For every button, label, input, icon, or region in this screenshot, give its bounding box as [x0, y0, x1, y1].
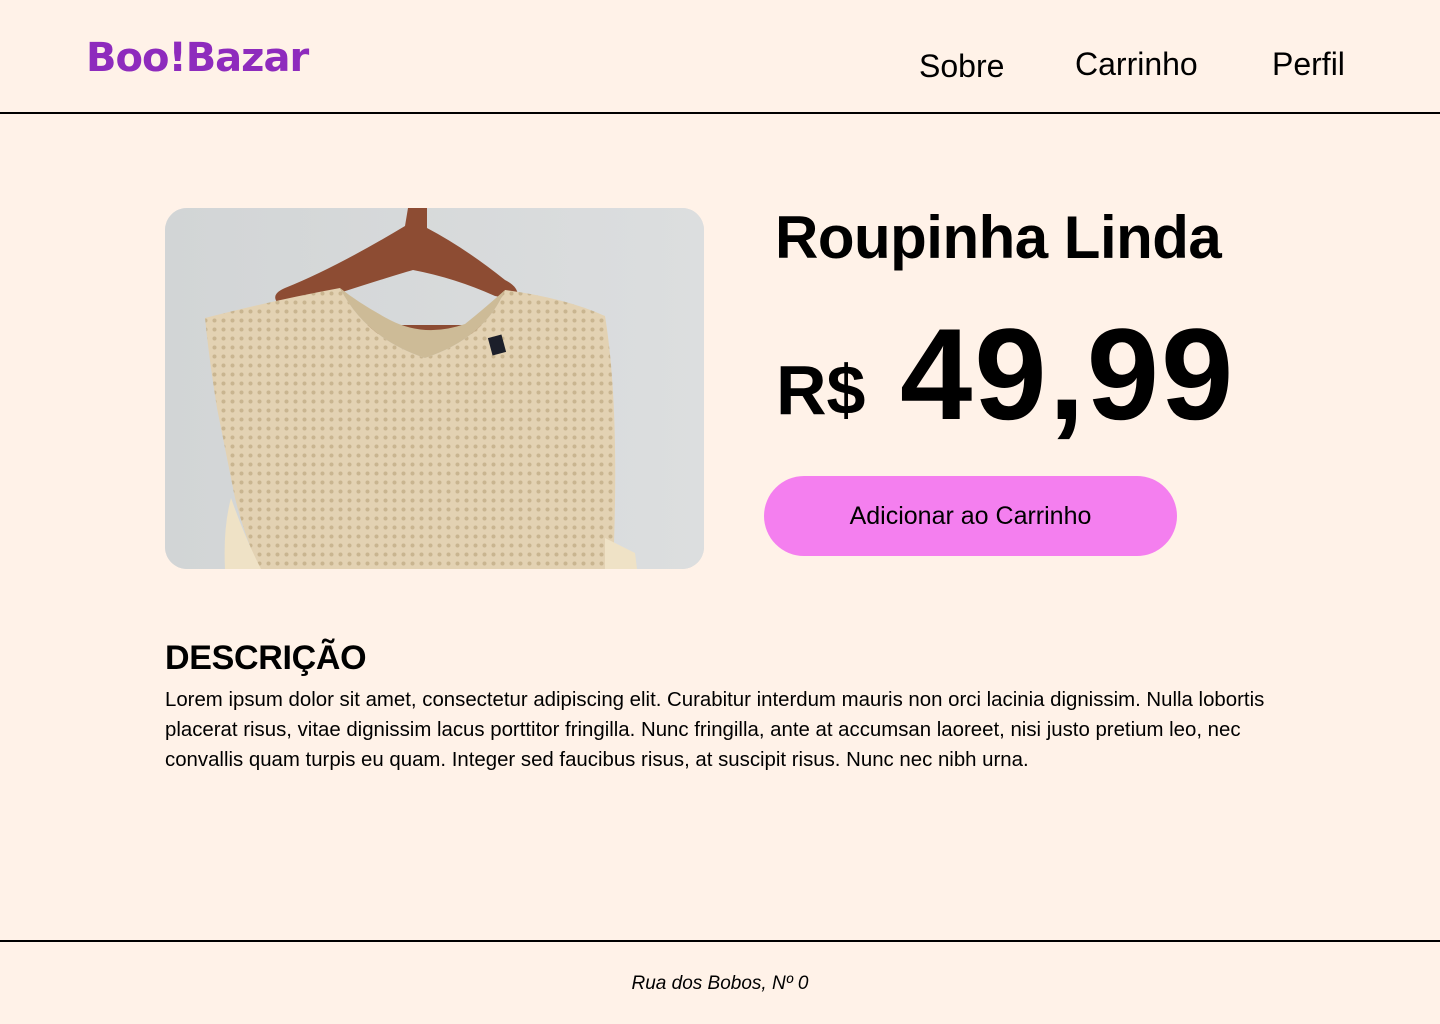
- nav-link-profile[interactable]: Perfil: [1272, 44, 1345, 84]
- description-heading: DESCRIÇÃO: [165, 639, 367, 677]
- add-to-cart-button[interactable]: Adicionar ao Carrinho: [764, 476, 1177, 556]
- site-footer: Rua dos Bobos, Nº 0: [0, 940, 1440, 1024]
- product-image: [165, 208, 704, 569]
- nav-link-about[interactable]: Sobre: [919, 46, 1004, 86]
- product-title: Roupinha Linda: [775, 204, 1222, 271]
- nav-link-cart[interactable]: Carrinho: [1075, 44, 1198, 84]
- price-currency: R$: [776, 351, 866, 429]
- price-value: 49,99: [900, 301, 1236, 447]
- description-text: Lorem ipsum dolor sit amet, consectetur …: [165, 689, 1265, 771]
- brand-logo[interactable]: Boo!Bazar: [86, 32, 309, 84]
- sweater-illustration: [165, 208, 704, 569]
- footer-address: Rua dos Bobos, Nº 0: [631, 973, 809, 994]
- site-header: Boo!Bazar Sobre Carrinho Perfil: [0, 0, 1440, 114]
